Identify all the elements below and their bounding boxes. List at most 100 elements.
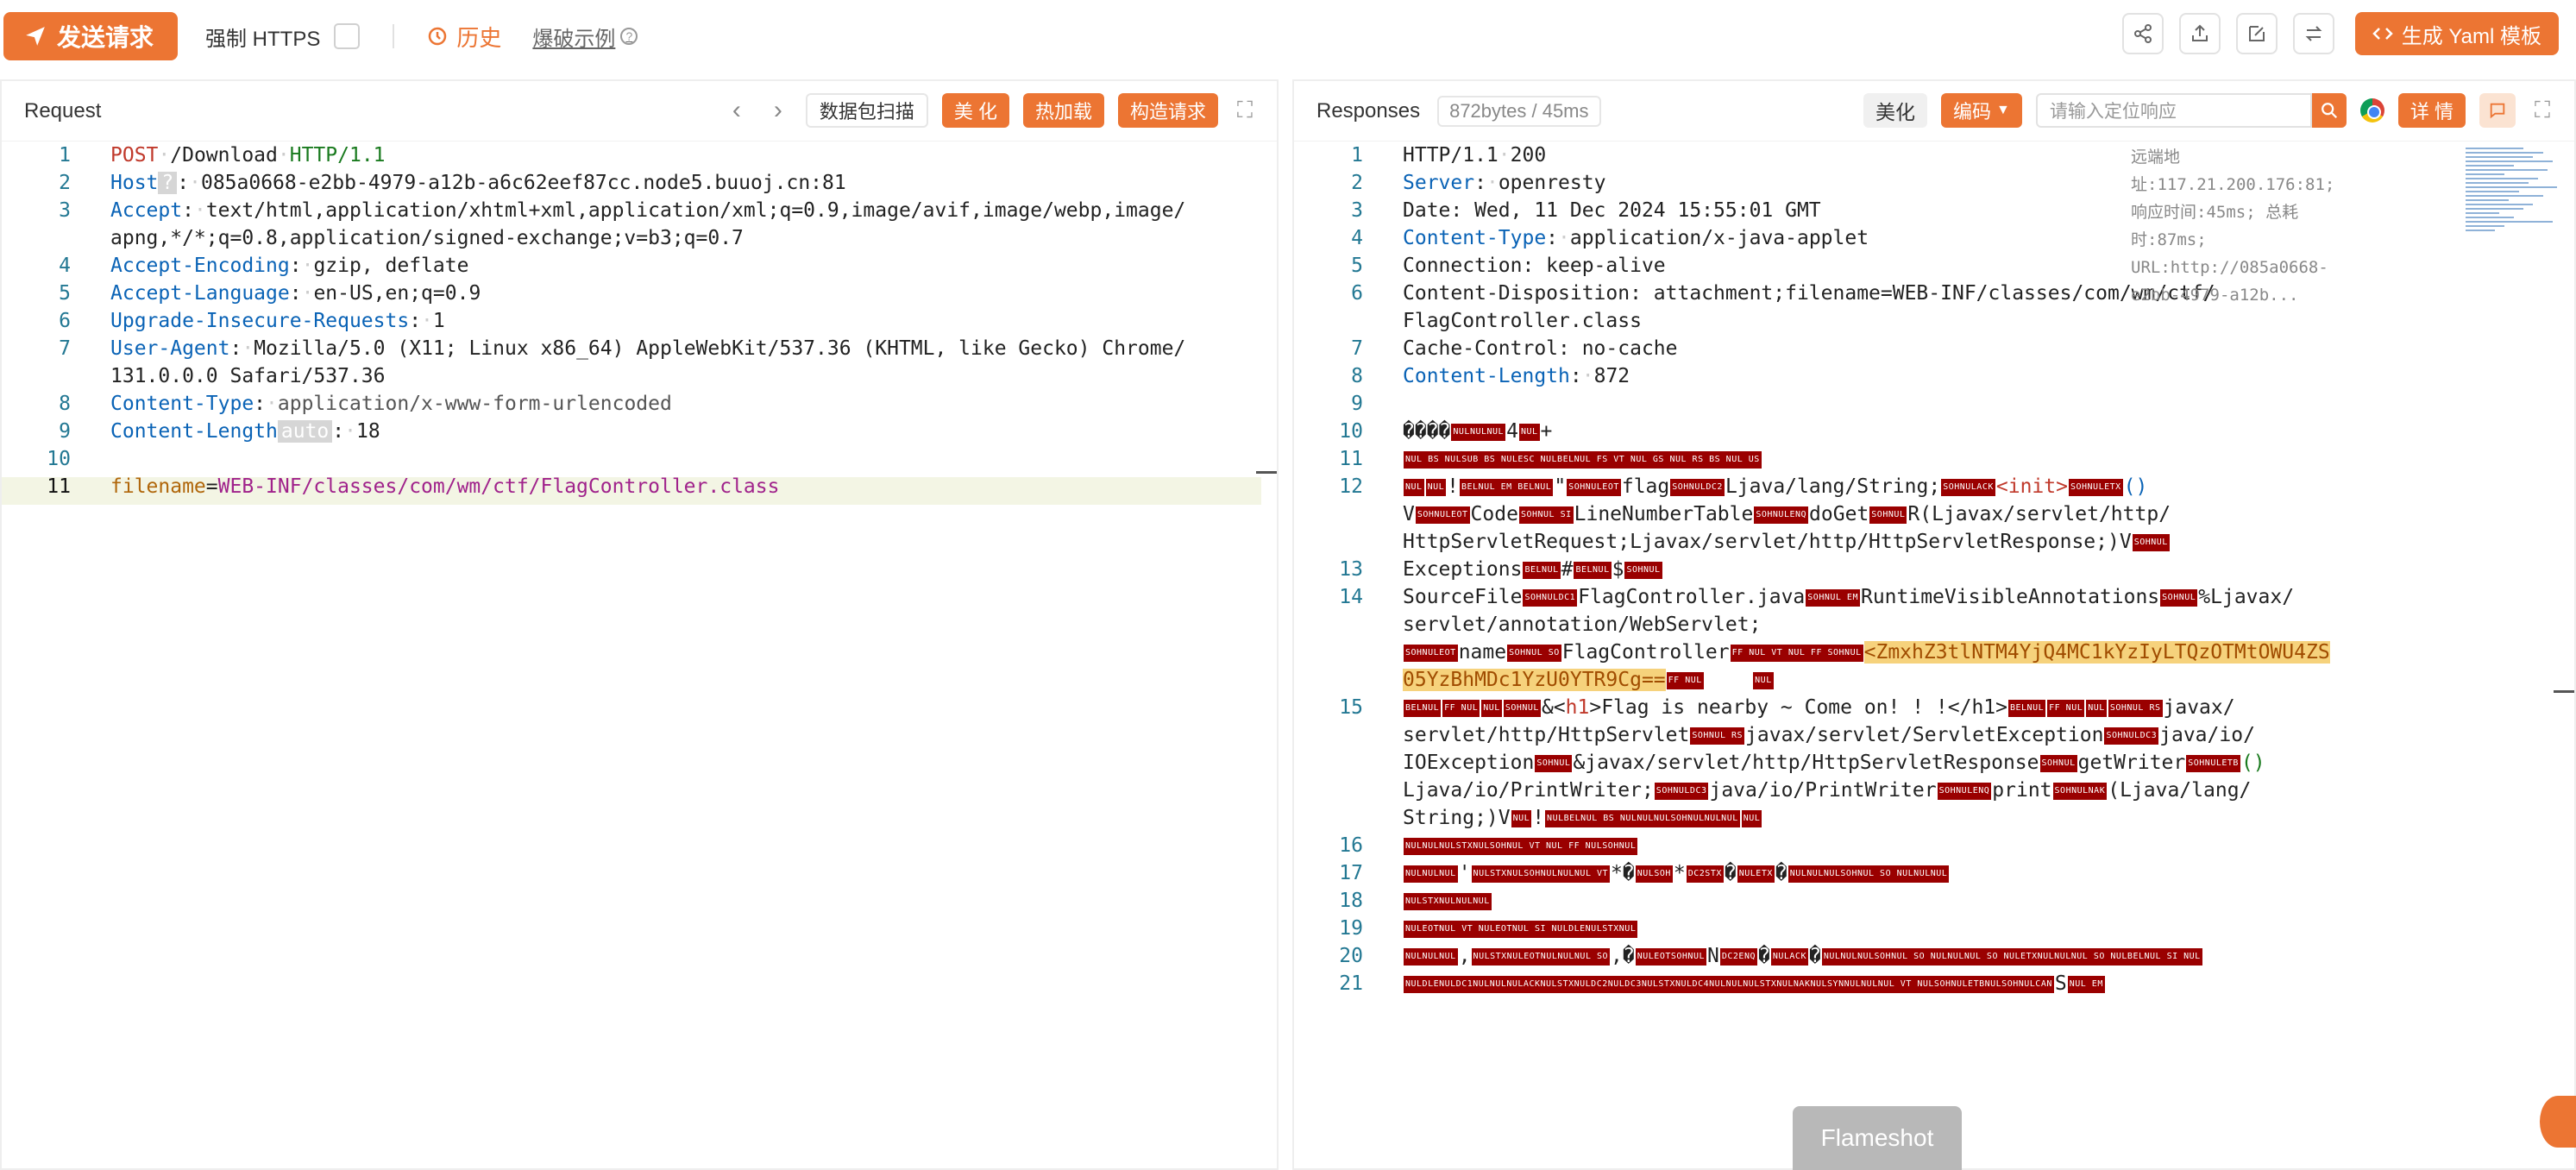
force-https-label: 强制 HTTPS xyxy=(205,27,321,51)
response-title: Responses xyxy=(1316,98,1421,123)
top-toolbar: 发送请求 强制 HTTPS 历史 爆破示例 ? 生成 Yaml 模板 xyxy=(0,0,2576,72)
line-number: 19 xyxy=(1339,917,1363,940)
comment-icon xyxy=(2490,103,2505,119)
body-param-value: WEB-INF/classes/com/wm/ctf/FlagControlle… xyxy=(217,475,780,498)
request-editor[interactable]: 1 2 3 4 5 6 7 8 9 10 11 POST·/Download·HTTP/1.1 Ho… xyxy=(2,143,1277,1168)
header-value: application/x-java-applet xyxy=(1569,227,1869,249)
response-editor[interactable]: 1 2 3 4 5 6 7 8 9 10 11 12 13 14 15 16 17 18 19 20 21 HTTP/1… xyxy=(1294,143,2574,1168)
binary-text: <init> xyxy=(1995,475,2068,498)
chevron-right-icon[interactable]: › xyxy=(764,96,792,125)
line-number: 17 xyxy=(1339,862,1363,884)
packet-scan-button[interactable]: 数据包扫描 xyxy=(805,93,928,128)
header-value: en-US,en;q=0.9 xyxy=(313,282,481,305)
header-key: Accept xyxy=(110,199,183,222)
header-key: Content-Type xyxy=(1403,227,1547,249)
header-value: text/html,application/xhtml+xml,applicat… xyxy=(205,199,1186,222)
line-number: 10 xyxy=(47,448,71,470)
line-number: 14 xyxy=(1339,586,1363,608)
edit-box-icon xyxy=(2248,26,2265,41)
header-key: Server xyxy=(1403,172,1475,194)
header-value: 131.0.0.0 Safari/537.36 xyxy=(110,365,386,387)
binary-text: servlet/annotation/WebServlet; xyxy=(1403,613,1762,636)
status-protocol: HTTP/1.1 xyxy=(1403,144,1498,167)
line-number: 7 xyxy=(1351,337,1363,360)
remote-info: 远端地址:117.21.200.176:81; 响应时间:45ms; 总耗时:8… xyxy=(2131,148,2335,305)
mascot-icon[interactable] xyxy=(2540,1096,2576,1148)
binary-text: + xyxy=(1540,420,1553,443)
binary-text: () xyxy=(2123,475,2148,498)
divider xyxy=(393,24,395,48)
binary-text: java/io/PrintWriter xyxy=(1709,779,1937,802)
share-button[interactable] xyxy=(2121,13,2164,54)
export-button[interactable] xyxy=(2178,13,2221,54)
header-key: Host xyxy=(110,172,159,194)
header-value: 1 xyxy=(432,310,445,332)
chevron-left-icon[interactable]: ‹ xyxy=(723,96,751,125)
binary-text: flag xyxy=(1621,475,1670,498)
line-number: 4 xyxy=(1351,227,1363,249)
flag-base64-part2: 05YzBhMDc1YzU0YTR9Cg== xyxy=(1403,669,1666,691)
binary-text: $ xyxy=(1612,558,1624,581)
binary-text: � xyxy=(1622,862,1635,884)
force-https-checkbox[interactable] xyxy=(334,23,361,49)
scroll-indicator xyxy=(2554,690,2574,693)
swap-button[interactable] xyxy=(2292,13,2334,54)
help-icon[interactable]: ? xyxy=(620,28,638,45)
send-request-button[interactable]: 发送请求 xyxy=(3,12,179,60)
binary-text: (Ljava/lang/ xyxy=(2108,779,2252,802)
response-actions: 美化 编码 ▼ 请输入定位响应 详 情 ⛶ xyxy=(1863,93,2555,128)
locate-search-input[interactable]: 请输入定位响应 xyxy=(2035,93,2312,128)
build-request-button[interactable]: 构造请求 xyxy=(1117,93,1218,128)
minimap[interactable] xyxy=(2466,145,2562,283)
binary-text: SourceFile xyxy=(1403,586,1523,608)
body-param-key: filename xyxy=(110,475,206,498)
binary-text: java/io/ xyxy=(2159,724,2255,746)
binary-text: Code xyxy=(1470,503,1518,525)
line-number: 15 xyxy=(1339,696,1363,719)
response-beautify-button[interactable]: 美化 xyxy=(1863,93,1928,128)
response-header: Responses 872bytes / 45ms 美化 编码 ▼ 请输入定位响应… xyxy=(1294,81,2574,142)
bruteforce-examples-link[interactable]: 爆破示例 ? xyxy=(532,22,638,52)
history-button[interactable]: 历史 xyxy=(427,21,501,53)
chrome-icon[interactable] xyxy=(2359,98,2384,123)
hot-load-button[interactable]: 热加载 xyxy=(1022,93,1104,128)
header-line: Date: Wed, 11 Dec 2024 15:55:01 GMT xyxy=(1403,199,1821,222)
line-number: 6 xyxy=(59,310,71,332)
binary-text: name xyxy=(1458,641,1507,664)
header-line: Connection: keep-alive xyxy=(1403,255,1666,277)
binary-text: &< xyxy=(1541,696,1566,719)
header-value: Mozilla/5.0 (X11; Linux x86_64) AppleWeb… xyxy=(254,337,1186,360)
line-number: 6 xyxy=(1351,282,1363,305)
binary-text: ���� xyxy=(1403,420,1451,443)
binary-text: 4 xyxy=(1506,420,1518,443)
header-value: 872 xyxy=(1593,365,1630,387)
line-number: 7 xyxy=(59,337,71,360)
binary-text: String;)V xyxy=(1403,807,1511,829)
fullscreen-icon[interactable]: ⛶ xyxy=(2529,97,2555,124)
header-key: Accept-Language xyxy=(110,282,290,305)
detail-button[interactable]: 详 情 xyxy=(2397,93,2466,128)
request-title: Request xyxy=(24,98,102,123)
binary-text: &javax/servlet/http/HttpServletResponse xyxy=(1573,752,2039,774)
generate-yaml-button[interactable]: 生成 Yaml 模板 xyxy=(2354,12,2559,55)
import-button[interactable] xyxy=(2235,13,2278,54)
fullscreen-icon[interactable]: ⛶ xyxy=(1232,97,1258,124)
header-key: User-Agent xyxy=(110,337,230,360)
upload-icon xyxy=(2191,24,2208,41)
share-icon xyxy=(2133,24,2152,43)
history-label: 历史 xyxy=(456,24,502,51)
encoding-dropdown[interactable]: 编码 ▼ xyxy=(1941,93,2022,128)
request-protocol: HTTP/1.1 xyxy=(289,144,386,167)
line-number: 1 xyxy=(59,144,71,167)
generate-yaml-label: 生成 Yaml 模板 xyxy=(2401,24,2541,48)
header-key: Content-Length xyxy=(110,420,278,443)
request-header: Request ‹ › 数据包扫描 美 化 热加载 构造请求 ⛶ xyxy=(2,81,1277,142)
line-number: 16 xyxy=(1339,834,1363,857)
search-button[interactable] xyxy=(2311,93,2347,128)
request-code: POST·/Download·HTTP/1.1 Host?:·085a0668-… xyxy=(110,144,1186,498)
flameshot-tooltip: Flameshot xyxy=(1793,1106,1962,1170)
beautify-button[interactable]: 美 化 xyxy=(941,93,1009,128)
line-number: 2 xyxy=(1351,172,1363,194)
clock-icon xyxy=(429,27,447,46)
comment-button[interactable] xyxy=(2479,93,2516,128)
